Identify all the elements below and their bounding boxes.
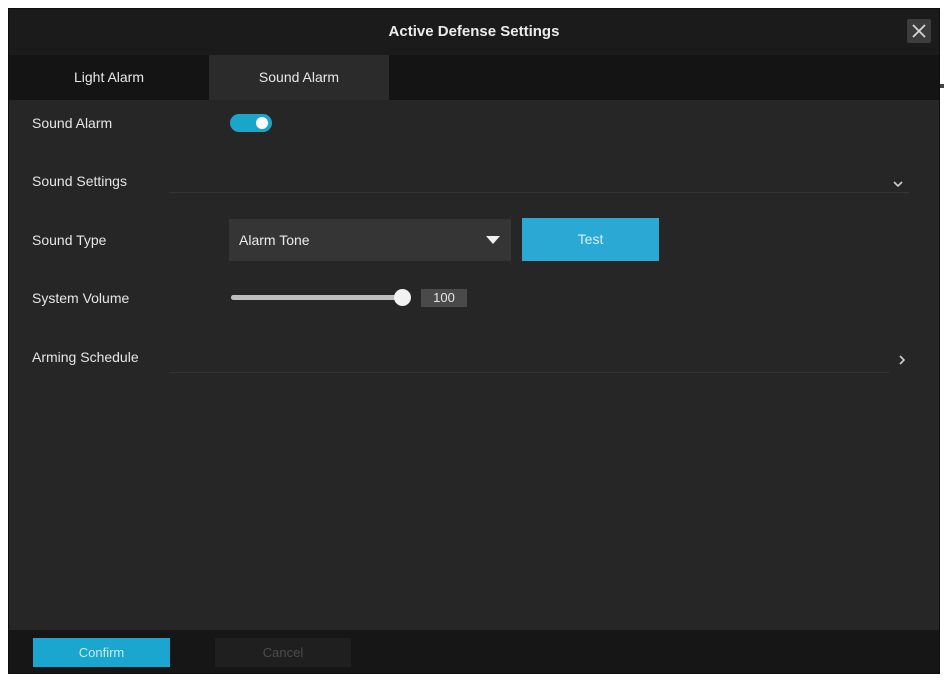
- active-defense-settings-dialog: Active Defense Settings Light Alarm Soun…: [8, 8, 940, 674]
- slider-fill: [231, 295, 403, 300]
- close-icon: [912, 24, 926, 38]
- dialog-title: Active Defense Settings: [388, 23, 560, 40]
- system-volume-label: System Volume: [32, 290, 130, 306]
- sound-type-label: Sound Type: [32, 232, 107, 248]
- caret-down-icon: [486, 236, 500, 244]
- cancel-button[interactable]: Cancel: [215, 638, 351, 667]
- system-volume-value[interactable]: 100: [421, 289, 467, 307]
- confirm-button[interactable]: Confirm: [33, 638, 170, 667]
- tab-light-alarm[interactable]: Light Alarm: [9, 55, 209, 100]
- section-divider: [169, 192, 909, 193]
- sound-alarm-toggle[interactable]: [230, 114, 272, 132]
- close-button[interactable]: [907, 19, 931, 43]
- schedule-divider: [169, 372, 889, 373]
- system-volume-slider[interactable]: [231, 289, 411, 306]
- sound-settings-label: Sound Settings: [32, 173, 127, 189]
- arming-schedule-label[interactable]: Arming Schedule: [32, 349, 139, 365]
- slider-thumb[interactable]: [394, 289, 411, 306]
- sound-alarm-label: Sound Alarm: [32, 115, 113, 131]
- dialog-footer: Confirm Cancel: [9, 630, 939, 673]
- toggle-knob: [256, 117, 268, 129]
- sound-type-value: Alarm Tone: [239, 232, 310, 248]
- tab-sound-alarm[interactable]: Sound Alarm: [209, 55, 389, 100]
- dialog-titlebar: Active Defense Settings: [9, 9, 939, 55]
- window-edge-mark: [940, 84, 944, 88]
- chevron-right-icon[interactable]: [895, 353, 909, 367]
- test-button[interactable]: Test: [522, 218, 659, 261]
- chevron-down-icon[interactable]: [891, 177, 905, 191]
- sound-type-select[interactable]: Alarm Tone: [229, 219, 511, 261]
- tab-bar: Light Alarm Sound Alarm: [9, 55, 939, 100]
